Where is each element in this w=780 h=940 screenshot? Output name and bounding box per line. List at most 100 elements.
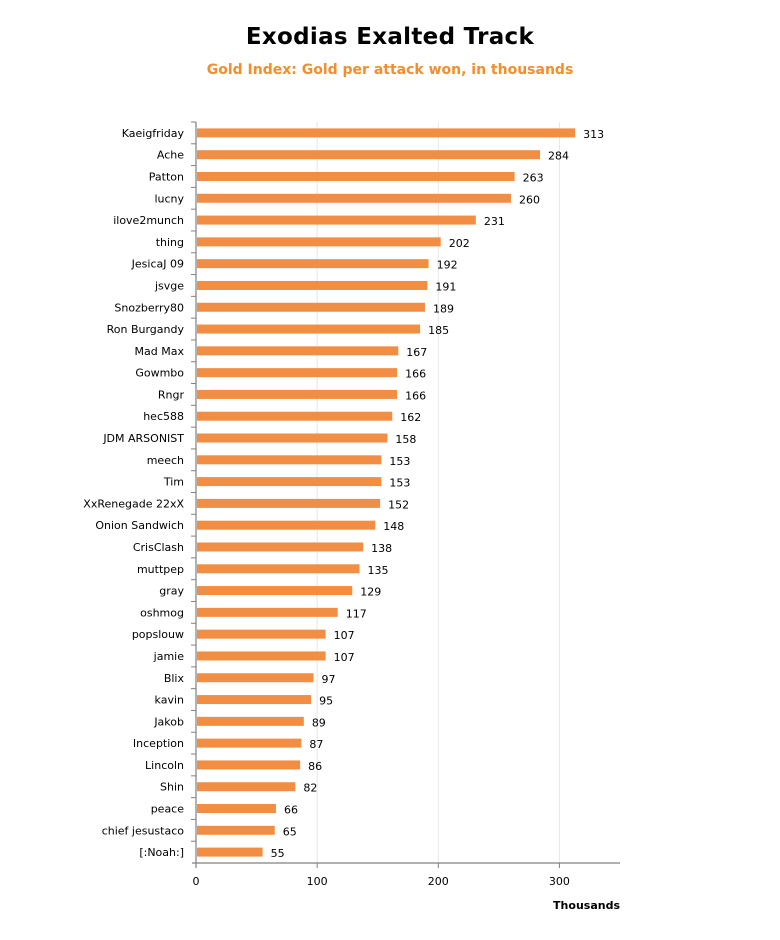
bar: [197, 259, 429, 269]
x-tick-label: 300: [549, 875, 570, 888]
bar: [197, 520, 376, 530]
data-label: 82: [303, 782, 317, 795]
bar: [197, 607, 338, 617]
category-label: jsvge: [154, 279, 184, 292]
category-label: Onion Sandwich: [95, 519, 184, 532]
bar: [197, 128, 576, 138]
data-label: 152: [388, 498, 409, 511]
bar: [197, 542, 364, 552]
data-label: 148: [383, 520, 404, 533]
category-label: Ache: [157, 149, 184, 162]
data-label: 135: [368, 564, 389, 577]
category-label: Inception: [133, 737, 184, 750]
bar: [197, 215, 476, 225]
gridlines: [316, 122, 560, 863]
category-label: Patton: [149, 170, 184, 183]
data-label: 138: [371, 542, 392, 555]
data-label: 284: [548, 150, 569, 163]
bar: [197, 302, 425, 312]
x-tick-label: 0: [193, 875, 200, 888]
data-label: 55: [271, 847, 285, 860]
category-label: oshmog: [140, 606, 184, 619]
bar: [197, 738, 302, 748]
category-label: ilove2munch: [113, 214, 184, 227]
bars: [197, 128, 576, 857]
category-label: Lincoln: [145, 759, 184, 772]
category-label: gray: [159, 585, 184, 598]
category-label: JesicaJ 09: [131, 258, 184, 271]
data-label: 162: [400, 411, 421, 424]
bar: [197, 455, 382, 465]
bar: [197, 804, 276, 814]
bar: [197, 564, 360, 574]
data-label: 107: [334, 629, 355, 642]
category-label: popslouw: [132, 628, 184, 641]
category-label: Rngr: [158, 388, 185, 401]
category-label: Kaeigfriday: [122, 127, 185, 140]
bar: [197, 629, 326, 639]
data-label: 166: [405, 389, 426, 402]
x-tick-label: 200: [428, 875, 449, 888]
category-label: jamie: [153, 650, 185, 663]
bar: [197, 825, 275, 835]
bar: [197, 760, 301, 770]
data-label: 189: [433, 302, 454, 315]
bar: [197, 695, 312, 705]
bar: [197, 324, 421, 334]
bar: [197, 193, 511, 203]
bar: [197, 782, 296, 792]
data-label: 231: [484, 215, 505, 228]
bar: [197, 368, 398, 378]
category-label: kavin: [155, 694, 184, 707]
x-axis-label: Thousands: [553, 899, 620, 912]
bar: [197, 346, 399, 356]
category-label: hec588: [143, 410, 184, 423]
category-label: Ron Burgandy: [107, 323, 185, 336]
x-tick-label: 100: [307, 875, 328, 888]
category-label: XxRenegade 22xX: [83, 497, 184, 510]
data-label: 158: [395, 433, 416, 446]
bar: [197, 150, 541, 160]
bar: [197, 477, 382, 487]
bar: [197, 651, 326, 661]
category-label: Mad Max: [135, 345, 185, 358]
data-label: 263: [523, 171, 544, 184]
category-label: peace: [151, 803, 185, 816]
category-label: Snozberry80: [114, 301, 184, 314]
data-label: 107: [334, 651, 355, 664]
bar: [197, 411, 393, 421]
data-label: 313: [583, 128, 604, 141]
bar: [197, 586, 353, 596]
data-label: 153: [389, 477, 410, 490]
data-label: 167: [406, 346, 427, 359]
category-label: thing: [156, 236, 184, 249]
axes: [191, 121, 620, 868]
category-label: chief jesustaco: [102, 824, 185, 837]
data-label: 97: [322, 673, 336, 686]
category-label: muttpep: [137, 563, 184, 576]
data-label: 117: [346, 607, 367, 620]
category-label: Blix: [164, 672, 185, 685]
bar: [197, 716, 304, 726]
data-label: 66: [284, 804, 298, 817]
data-label: 202: [449, 237, 470, 250]
category-label: Tim: [163, 476, 184, 489]
bar: [197, 673, 314, 683]
category-label: Shin: [160, 781, 184, 794]
category-label: [:Noah:]: [139, 846, 184, 859]
data-label: 153: [389, 455, 410, 468]
category-label: CrisClash: [133, 541, 184, 554]
data-label: 166: [405, 368, 426, 381]
category-label: Jakob: [153, 715, 184, 728]
bar: [197, 171, 515, 181]
bar: [197, 433, 388, 443]
category-label: Gowmbo: [135, 367, 184, 380]
data-label: 89: [312, 716, 326, 729]
data-label: 86: [308, 760, 322, 773]
data-label: 192: [437, 259, 458, 272]
bar: [197, 498, 381, 508]
category-label: lucny: [154, 192, 184, 205]
category-label: JDM ARSONIST: [102, 432, 184, 445]
data-label: 95: [319, 695, 333, 708]
bar-chart: 0 100 200 300 Kaeigfriday 313 Ache 284 Patton 263…: [83, 121, 620, 912]
